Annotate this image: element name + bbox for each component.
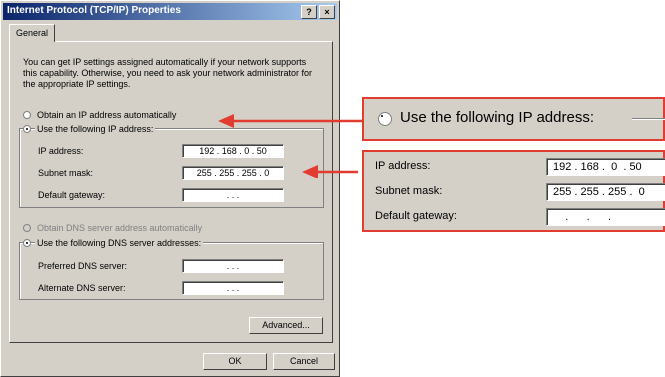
arrow-to-ip-fields	[302, 165, 358, 178]
advanced-button[interactable]: Advanced...	[249, 317, 323, 334]
window-title: Internet Protocol (TCP/IP) Properties	[7, 5, 181, 16]
use-following-ip-radio[interactable]	[23, 125, 31, 133]
zoom-use-following-ip-radio	[378, 112, 392, 126]
ok-button[interactable]: OK	[203, 353, 267, 370]
obtain-dns-auto-radio[interactable]	[23, 224, 31, 232]
zoom-default-gateway-label: Default gateway:	[375, 210, 457, 222]
zoom-ip-address-field: 192 . 168 . 0 . 50	[546, 158, 665, 176]
zoom-default-gateway-field: . . .	[546, 208, 665, 226]
zoom-ip-address-label: IP address:	[375, 160, 431, 172]
description-text: You can get IP settings assigned automat…	[23, 57, 312, 89]
zoom-callout-ip-option: Use the following IP address:	[362, 97, 665, 141]
use-following-ip-label: Use the following IP address:	[35, 124, 156, 134]
obtain-ip-auto-label: Obtain an IP address automatically	[37, 110, 177, 120]
tcpip-properties-dialog: Internet Protocol (TCP/IP) Properties ? …	[0, 0, 340, 377]
preferred-dns-label: Preferred DNS server:	[38, 261, 128, 271]
default-gateway-field[interactable]: . . .	[182, 188, 284, 202]
ip-address-label: IP address:	[38, 146, 84, 156]
obtain-ip-auto-radio[interactable]	[23, 111, 31, 119]
use-following-dns-label: Use the following DNS server addresses:	[35, 238, 204, 248]
help-button[interactable]: ?	[301, 5, 317, 19]
alternate-dns-label: Alternate DNS server:	[38, 283, 126, 293]
preferred-dns-field[interactable]: . . .	[182, 259, 284, 273]
tab-general[interactable]: General	[9, 24, 55, 42]
alternate-dns-field[interactable]: . . .	[182, 281, 284, 295]
subnet-mask-label: Subnet mask:	[38, 168, 94, 178]
zoom-callout-ip-fields: IP address: 192 . 168 . 0 . 50 Subnet ma…	[362, 150, 665, 232]
zoom-use-following-ip-label: Use the following IP address:	[400, 109, 594, 126]
title-bar[interactable]: Internet Protocol (TCP/IP) Properties ? …	[3, 3, 337, 20]
zoom-subnet-mask-label: Subnet mask:	[375, 185, 443, 197]
close-button[interactable]: ×	[319, 5, 335, 19]
zoom-subnet-mask-field: 255 . 255 . 255 . 0	[546, 183, 665, 201]
obtain-dns-auto-label: Obtain DNS server address automatically	[37, 223, 203, 233]
cancel-button[interactable]: Cancel	[273, 353, 335, 370]
default-gateway-label: Default gateway:	[38, 190, 106, 200]
arrow-to-ip-option	[218, 114, 372, 128]
annotation-arrows	[218, 114, 372, 178]
zoom-group-line	[632, 118, 665, 120]
use-following-dns-radio[interactable]	[23, 239, 31, 247]
